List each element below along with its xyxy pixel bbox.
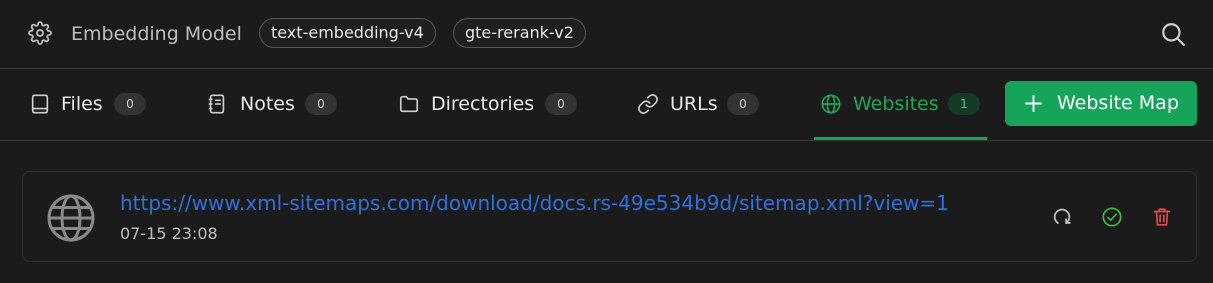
folder-icon xyxy=(399,95,419,113)
website-timestamp: 07-15 23:08 xyxy=(120,224,218,243)
search-icon[interactable] xyxy=(1160,21,1186,47)
tab-websites[interactable]: Websites 1 xyxy=(805,69,990,140)
globe-icon xyxy=(47,194,95,242)
file-icon xyxy=(31,94,49,114)
tab-directories-label: Directories xyxy=(431,93,535,115)
check-circle-icon[interactable] xyxy=(1101,206,1123,228)
link-icon xyxy=(638,94,658,114)
website-url-link[interactable]: https://www.xml-sitemaps.com/download/do… xyxy=(120,189,949,217)
tab-websites-label: Websites xyxy=(853,93,939,115)
tab-notes-count: 0 xyxy=(305,93,337,115)
refresh-icon[interactable] xyxy=(1051,206,1073,228)
tab-urls-label: URLs xyxy=(670,93,718,115)
tab-urls-count: 0 xyxy=(727,93,759,115)
add-website-map-label: Website Map xyxy=(1057,92,1179,114)
tab-notes[interactable]: Notes 0 xyxy=(190,69,360,140)
tab-files-label: Files xyxy=(61,93,103,115)
gear-icon[interactable] xyxy=(28,21,52,45)
embedding-model-chip[interactable]: text-embedding-v4 xyxy=(259,18,436,48)
rerank-model-chip[interactable]: gte-rerank-v2 xyxy=(453,18,586,48)
tab-websites-count: 1 xyxy=(948,93,980,115)
tab-directories-count: 0 xyxy=(545,93,577,115)
tab-urls[interactable]: URLs 0 xyxy=(625,69,785,140)
tab-files[interactable]: Files 0 xyxy=(0,69,170,140)
tab-directories[interactable]: Directories 0 xyxy=(385,69,595,140)
notebook-icon xyxy=(208,94,225,114)
globe-icon xyxy=(821,94,841,114)
active-tab-indicator xyxy=(814,137,987,140)
tab-notes-label: Notes xyxy=(240,93,295,115)
add-website-map-button[interactable]: Website Map xyxy=(1005,81,1197,126)
embedding-model-label: Embedding Model xyxy=(71,23,242,45)
plus-icon xyxy=(1024,94,1043,113)
tab-files-count: 0 xyxy=(114,93,146,115)
trash-icon[interactable] xyxy=(1151,206,1173,228)
top-bar: Embedding Model text-embedding-v4 gte-re… xyxy=(0,0,1213,69)
website-item-card: https://www.xml-sitemaps.com/download/do… xyxy=(22,171,1197,262)
tab-bar: Files 0 Notes 0 Directories 0 URLs 0 Web… xyxy=(0,69,1213,141)
